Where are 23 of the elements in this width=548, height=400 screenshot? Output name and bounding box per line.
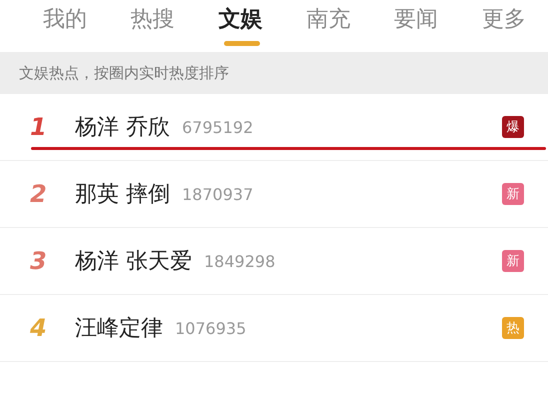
list-item[interactable]: 1 杨洋 乔欣 6795192 爆 [0, 94, 548, 161]
rank-number: 2 [30, 180, 48, 208]
list-item[interactable]: 2 那英 摔倒 1870937 新 [0, 161, 548, 228]
rank-number: 4 [30, 314, 48, 342]
topic-title: 杨洋 乔欣 [75, 114, 170, 142]
topic-title: 汪峰定律 [75, 315, 163, 343]
badge: 热 [502, 317, 524, 339]
heat-count: 1870937 [182, 184, 254, 204]
topic-title: 杨洋 张天爱 [75, 248, 192, 276]
rank-number: 3 [30, 247, 48, 275]
heat-count: 6795192 [182, 118, 254, 136]
tab-indicator [224, 41, 260, 46]
banner-text: 文娱热点，按圈内实时热度排序 [19, 64, 229, 82]
rank-number: 1 [30, 113, 48, 141]
badge: 新 [502, 250, 524, 272]
badge: 爆 [502, 116, 524, 138]
badge: 新 [502, 183, 524, 205]
heat-count: 1076935 [175, 318, 246, 338]
list-item[interactable]: 4 汪峰定律 1076935 热 [0, 295, 548, 362]
list-item[interactable]: 3 杨洋 张天爱 1849298 新 [0, 228, 548, 295]
topic-title: 那英 摔倒 [75, 181, 170, 209]
tab[interactable]: 文娱 [196, 0, 284, 52]
heat-count: 1849298 [204, 252, 276, 270]
